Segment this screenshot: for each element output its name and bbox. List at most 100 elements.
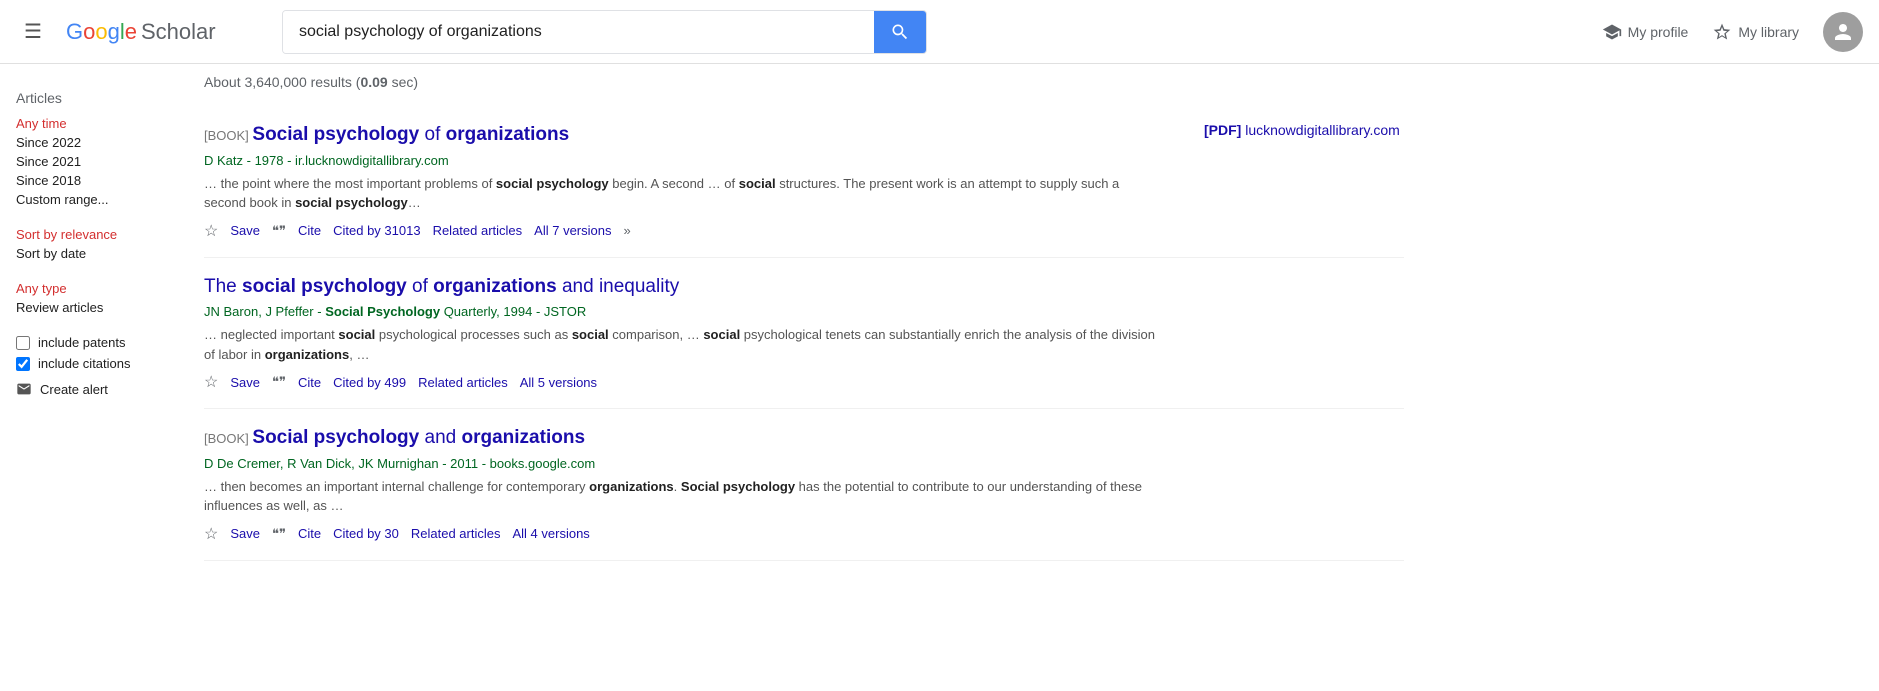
create-alert[interactable]: Create alert <box>16 381 164 397</box>
result-main-1: [BOOK] Social psychology of organization… <box>204 122 1164 241</box>
result-title-orgs: organizations <box>433 276 557 297</box>
result-year-source-1: - 1978 - ir.lucknowdigitallibrary.com <box>247 153 449 168</box>
time-filter-section: Any time Since 2022 Since 2021 Since 201… <box>16 116 164 207</box>
avatar[interactable] <box>1823 12 1863 52</box>
include-patents-label: include patents <box>38 335 125 350</box>
save-link-1[interactable]: Save <box>230 223 260 238</box>
result-meta-2: JN Baron, J Pfeffer - Social Psychology … <box>204 304 1164 319</box>
include-citations-checkbox-row[interactable]: include citations <box>16 356 164 371</box>
result-author-jn-baron[interactable]: JN Baron <box>204 304 258 319</box>
checkbox-section: include patents include citations <box>16 335 164 371</box>
include-patents-checkbox[interactable] <box>16 336 30 350</box>
result-actions-1: ☆ Save ❝❞ Cite Cited by 31013 Related ar… <box>204 221 1164 241</box>
include-citations-checkbox[interactable] <box>16 357 30 371</box>
result-meta-1: D Katz - 1978 - ir.lucknowdigitallibrary… <box>204 153 1164 168</box>
logo[interactable]: Google Scholar <box>66 19 266 45</box>
pdf-link-1[interactable]: [PDF] lucknowdigitallibrary.com <box>1204 122 1400 138</box>
all-versions-link-2[interactable]: All 5 versions <box>520 375 597 390</box>
related-articles-link-2[interactable]: Related articles <box>418 375 508 390</box>
search-icon <box>890 22 910 42</box>
result-title-3: [BOOK] Social psychology and organizatio… <box>204 425 1164 452</box>
my-profile-link[interactable]: My profile <box>1602 22 1689 42</box>
result-snippet-3: … then becomes an important internal cha… <box>204 477 1164 516</box>
result-main-3: [BOOK] Social psychology and organizatio… <box>204 425 1164 544</box>
type-review-articles[interactable]: Review articles <box>16 300 164 315</box>
cite-link-1[interactable]: Cite <box>298 223 321 238</box>
result-title-link-1[interactable]: Social psychology of organizations <box>252 124 569 145</box>
filter-custom-range[interactable]: Custom range... <box>16 192 164 207</box>
person-icon <box>1831 20 1855 44</box>
result-title-word-3: organizations <box>446 124 570 145</box>
menu-icon[interactable]: ☰ <box>16 11 50 52</box>
result-meta-3: D De Cremer, R Van Dick, JK Murnighan - … <box>204 456 1164 471</box>
filter-since-2021[interactable]: Since 2021 <box>16 154 164 169</box>
save-star-icon-2[interactable]: ☆ <box>204 372 218 392</box>
sort-by-date[interactable]: Sort by date <box>16 246 164 261</box>
filter-any-time[interactable]: Any time <box>16 116 164 131</box>
result-title-social-3: Social psychology <box>252 427 419 448</box>
search-button[interactable] <box>874 11 926 53</box>
result-snippet-2: … neglected important social psychologic… <box>204 325 1164 364</box>
cite-icon-1[interactable]: ❝❞ <box>272 223 286 239</box>
all-versions-link-3[interactable]: All 4 versions <box>512 526 589 541</box>
result-title-word-2: of <box>425 124 446 145</box>
result-actions-3: ☆ Save ❝❞ Cite Cited by 30 Related artic… <box>204 524 1164 544</box>
filter-since-2022[interactable]: Since 2022 <box>16 135 164 150</box>
sort-by-relevance[interactable]: Sort by relevance <box>16 227 164 242</box>
result-source-3: - 2011 - books.google.com <box>442 456 595 471</box>
sort-filter-section: Sort by relevance Sort by date <box>16 227 164 261</box>
cite-icon-3[interactable]: ❝❞ <box>272 526 286 542</box>
search-bar <box>282 10 927 54</box>
save-link-2[interactable]: Save <box>230 375 260 390</box>
filter-since-2018[interactable]: Since 2018 <box>16 173 164 188</box>
cited-by-link-1[interactable]: Cited by 31013 <box>333 223 420 238</box>
result-title-of: of <box>412 276 433 297</box>
logo-scholar-text: Scholar <box>141 19 216 45</box>
save-star-icon-3[interactable]: ☆ <box>204 524 218 544</box>
result-author-d-de-cremer[interactable]: D De Cremer <box>204 456 280 471</box>
result-item-2: The social psychology of organizations a… <box>204 258 1404 410</box>
result-title-social: social psychology <box>242 276 407 297</box>
cited-by-link-2[interactable]: Cited by 499 <box>333 375 406 390</box>
sidebar: Articles Any time Since 2022 Since 2021 … <box>0 64 180 561</box>
result-author-link-1[interactable]: D Katz <box>204 153 243 168</box>
result-author-j-pfeffer[interactable]: J Pfeffer <box>265 304 313 319</box>
result-item: [BOOK] Social psychology of organization… <box>204 106 1404 258</box>
result-title-and: and <box>425 427 462 448</box>
logo-google: Google <box>66 19 137 45</box>
result-actions-2: ☆ Save ❝❞ Cite Cited by 499 Related arti… <box>204 372 1164 392</box>
result-title-1: [BOOK] Social psychology of organization… <box>204 122 1164 149</box>
cite-link-3[interactable]: Cite <box>298 526 321 541</box>
cite-link-2[interactable]: Cite <box>298 375 321 390</box>
main-results: About 3,640,000 results (0.09 sec) [BOOK… <box>180 64 1879 561</box>
header-right: My profile My library <box>1602 12 1863 52</box>
save-star-icon-1[interactable]: ☆ <box>204 221 218 241</box>
cited-by-link-3[interactable]: Cited by 30 <box>333 526 399 541</box>
type-any[interactable]: Any type <box>16 281 164 296</box>
search-input[interactable] <box>283 11 874 53</box>
my-library-link[interactable]: My library <box>1712 22 1799 42</box>
result-item-3: [BOOK] Social psychology and organizatio… <box>204 409 1404 561</box>
result-title-inequality: and inequality <box>562 276 679 297</box>
star-icon <box>1712 22 1732 42</box>
result-author-r-van-dick[interactable]: R Van Dick <box>287 456 351 471</box>
save-link-3[interactable]: Save <box>230 526 260 541</box>
cite-icon-2[interactable]: ❝❞ <box>272 374 286 390</box>
result-author-jk-murnighan[interactable]: JK Murnighan <box>358 456 438 471</box>
content: Articles Any time Since 2022 Since 2021 … <box>0 64 1879 561</box>
result-title-link-3[interactable]: Social psychology and organizations <box>252 427 585 448</box>
result-title-link-2[interactable]: The social psychology of organizations a… <box>204 276 679 297</box>
include-patents-checkbox-row[interactable]: include patents <box>16 335 164 350</box>
related-articles-link-3[interactable]: Related articles <box>411 526 501 541</box>
result-side-2 <box>1204 274 1404 393</box>
header: ☰ Google Scholar My profile My library <box>0 0 1879 64</box>
result-source-2: - Social Psychology Quarterly, 1994 - JS… <box>317 304 586 319</box>
result-title-2: The social psychology of organizations a… <box>204 274 1164 301</box>
related-articles-link-1[interactable]: Related articles <box>433 223 523 238</box>
result-snippet-1: … the point where the most important pro… <box>204 174 1164 213</box>
more-icon-1[interactable]: » <box>623 223 630 238</box>
create-alert-label: Create alert <box>40 382 108 397</box>
include-citations-label: include citations <box>38 356 131 371</box>
result-title-the: The <box>204 276 242 297</box>
all-versions-link-1[interactable]: All 7 versions <box>534 223 611 238</box>
